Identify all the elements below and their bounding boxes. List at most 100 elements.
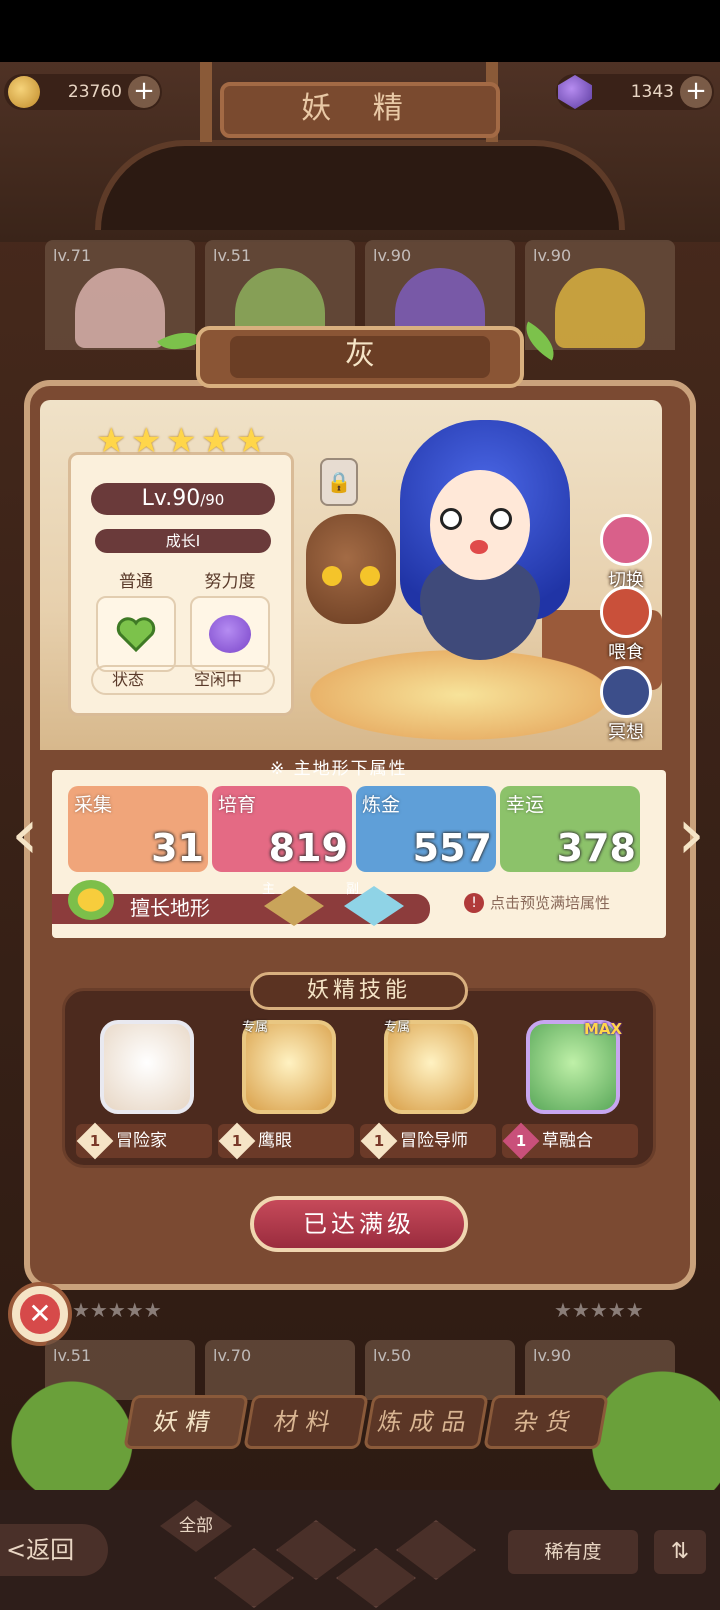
tab-materials[interactable]: 材料 xyxy=(243,1395,369,1449)
switch-button[interactable]: 切换 xyxy=(588,514,664,592)
terrain-main-tag: 主 xyxy=(262,882,276,897)
meditate-icon xyxy=(600,666,652,718)
fairy-mouth xyxy=(470,540,488,554)
meat-icon xyxy=(600,586,652,638)
bg-card-stars: ★★★★★ xyxy=(554,1298,644,1322)
gem-amount: 1343 xyxy=(630,82,674,102)
state-label: 状态 xyxy=(111,670,144,689)
growth-label: 成长I xyxy=(95,529,271,553)
prev-fairy-arrow[interactable]: ‹ xyxy=(2,794,48,874)
attr-alchemy-value: 557 xyxy=(412,826,492,870)
swap-icon xyxy=(600,514,652,566)
feed-button[interactable]: 喂食 xyxy=(588,586,664,664)
fairy-name-plate: 灰 xyxy=(196,326,524,388)
category-tabs: 妖精 材料 炼成品 杂货 xyxy=(123,1395,609,1449)
tab-fairy[interactable]: 妖精 xyxy=(123,1395,249,1449)
attr-breed-value: 819 xyxy=(268,826,348,870)
pet-eye xyxy=(360,566,380,586)
skill-level-badge: 1 xyxy=(502,1122,540,1160)
room-rug xyxy=(310,650,610,740)
pet-eye xyxy=(322,566,342,586)
card-portrait xyxy=(555,268,645,348)
skill-grass-fusion[interactable]: 草融合 1 xyxy=(502,1020,642,1160)
heart-icon xyxy=(116,616,156,653)
exclusive-tag: 专属 xyxy=(384,1020,411,1035)
terrain-label: 擅长地形 xyxy=(130,896,210,920)
lock-icon[interactable]: 🔒 xyxy=(320,458,358,506)
attribute-caption: ※ 主地形下属性 xyxy=(270,759,408,779)
banner-rope-left xyxy=(200,62,212,142)
star-icon: ★ xyxy=(166,421,197,461)
card-level: lv.90 xyxy=(533,246,572,265)
page-title: 妖 精 xyxy=(220,82,500,138)
skill-adventurer[interactable]: 冒险家 1 xyxy=(76,1020,216,1160)
star-icon: ★ xyxy=(96,421,127,461)
attr-breed-label: 培育 xyxy=(218,794,257,816)
tab-crafted[interactable]: 炼成品 xyxy=(363,1395,489,1449)
trait-normal-box[interactable] xyxy=(96,596,176,672)
attr-gather: 采集 31 xyxy=(68,786,208,872)
background-arch xyxy=(95,140,625,230)
attr-luck-label: 幸运 xyxy=(506,794,545,816)
add-gem-button[interactable]: + xyxy=(680,76,712,108)
gem-icon xyxy=(558,75,592,109)
flower-icon xyxy=(68,880,114,920)
maxed-level-button[interactable]: 已达满级 xyxy=(250,1196,468,1252)
preview-hint: 点击预览满培属性 xyxy=(490,894,611,912)
attr-alchemy-label: 炼金 xyxy=(362,794,401,816)
card-level: lv.70 xyxy=(213,1346,252,1365)
rarity-sort-button[interactable]: 稀有度 xyxy=(508,1530,638,1574)
skill-adventure-mentor[interactable]: 专属 冒险导师 1 xyxy=(360,1020,500,1160)
skill-hawkeye[interactable]: 专属 鹰眼 1 xyxy=(218,1020,358,1160)
trait-effort-box[interactable] xyxy=(190,596,270,672)
terrain-sub-tag: 副 xyxy=(346,882,360,897)
gem-counter: 1343 + xyxy=(556,74,714,110)
skill-level-badge: 1 xyxy=(76,1122,114,1160)
attr-breed: 培育 819 xyxy=(212,786,352,872)
level-value: Lv.90 xyxy=(141,486,201,511)
attr-gather-value: 31 xyxy=(151,826,204,870)
fairy-eye xyxy=(490,508,512,530)
attr-alchemy: 炼金 557 xyxy=(356,786,496,872)
skill-level-badge: 1 xyxy=(360,1122,398,1160)
next-fairy-arrow[interactable]: › xyxy=(668,794,714,874)
close-button[interactable]: ✕ xyxy=(8,1282,72,1346)
preview-full-attributes[interactable]: ! 点击预览满培属性 xyxy=(464,892,610,913)
fairy-name: 灰 xyxy=(230,336,490,378)
star-icon: ★ xyxy=(201,421,232,461)
status-bar xyxy=(0,0,720,62)
meditate-button[interactable]: 冥想 xyxy=(588,666,664,744)
level-max: /90 xyxy=(200,491,225,509)
star-icon: ★ xyxy=(131,421,162,461)
trait-normal-label: 普通 xyxy=(119,572,153,592)
exclusive-tag: 专属 xyxy=(242,1020,269,1035)
card-level: lv.71 xyxy=(53,246,92,265)
fairy-info-panel: Lv.90/90 成长I 普通 努力度 状态 空闲中 xyxy=(68,452,294,716)
back-button[interactable]: <返回 xyxy=(0,1524,108,1576)
trait-effort-label: 努力度 xyxy=(204,572,256,592)
star-rating: ★ ★ ★ ★ ★ xyxy=(96,424,270,458)
money-bag-icon xyxy=(100,1020,194,1114)
card-level: lv.50 xyxy=(373,1346,412,1365)
skills-title: 妖精技能 xyxy=(250,972,468,1010)
add-gold-button[interactable]: + xyxy=(128,76,160,108)
gold-coin-icon xyxy=(8,76,40,108)
attr-luck: 幸运 378 xyxy=(500,786,640,872)
attr-luck-value: 378 xyxy=(556,826,636,870)
max-tag: MAX xyxy=(584,1020,623,1038)
attr-gather-label: 采集 xyxy=(74,794,113,816)
bg-card-stars: ★★★★★ xyxy=(72,1298,162,1322)
level-pill: Lv.90/90 xyxy=(91,483,275,515)
trait-normal: 普通 xyxy=(95,567,177,672)
alert-icon: ! xyxy=(464,892,484,913)
gold-amount: 23760 xyxy=(67,82,122,102)
close-icon: ✕ xyxy=(20,1294,60,1334)
demon-face-icon xyxy=(209,615,251,653)
card-level: lv.51 xyxy=(213,246,252,265)
gold-counter: 23760 + xyxy=(4,74,162,110)
star-icon: ★ xyxy=(236,421,267,461)
background-card[interactable]: lv.90 xyxy=(525,240,675,350)
fairy-eye xyxy=(440,508,462,530)
tab-misc[interactable]: 杂货 xyxy=(483,1395,609,1449)
sort-icon[interactable]: ⇅ xyxy=(654,1530,706,1574)
